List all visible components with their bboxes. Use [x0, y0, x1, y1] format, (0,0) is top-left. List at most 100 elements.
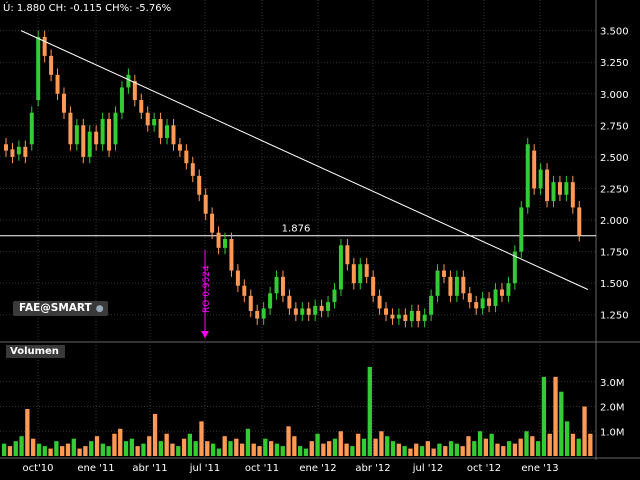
candle-body: [461, 276, 466, 294]
volume-bar: [344, 443, 349, 456]
candle-body: [287, 295, 292, 309]
candle-body: [184, 150, 189, 164]
volume-tick-label: 3.0M: [600, 378, 625, 389]
candle-body: [306, 308, 311, 315]
volume-bar: [466, 436, 471, 456]
candle-body: [229, 238, 234, 271]
volume-bar: [332, 438, 338, 456]
volume-bar: [216, 448, 222, 456]
volume-bar: [106, 446, 111, 456]
volume-bar: [234, 438, 239, 456]
candle-body: [42, 36, 47, 56]
price-tick-label: 3.500: [600, 27, 629, 38]
volume-bar: [199, 421, 204, 456]
candle-body: [435, 270, 440, 296]
candle-body: [36, 36, 41, 101]
quote-header: Ú: 1.880 CH: -0.115 CH%: -5.76%: [3, 3, 172, 14]
candle-body: [371, 276, 376, 296]
price-tick-label: 1.500: [600, 279, 629, 290]
volume-bar: [530, 436, 535, 456]
volume-bar: [541, 376, 547, 456]
marker-arrow-icon: [201, 331, 209, 338]
candle-body: [345, 245, 350, 265]
candle-body: [506, 283, 511, 296]
time-tick-label: jul '11: [189, 463, 221, 474]
volume-bar: [274, 443, 280, 456]
volume-bar: [123, 441, 129, 456]
volume-bar: [570, 433, 576, 456]
candle-body: [261, 308, 266, 319]
chart-canvas[interactable]: 3.500 3.250 3.000 2.750 2.500 2.250 2.000 1.750…: [0, 0, 640, 480]
volume-bar: [419, 446, 425, 456]
candle-body: [454, 276, 459, 296]
trendline: [20, 30, 589, 290]
candle-body: [442, 270, 446, 277]
candle-body: [377, 295, 382, 309]
candle-body: [248, 295, 253, 311]
symbol-badge[interactable]: FAE@SMART ●: [13, 301, 108, 316]
candle-body: [132, 81, 137, 101]
volume-bar: [472, 441, 477, 456]
volume-bar: [588, 433, 593, 456]
candle-body: [326, 302, 331, 311]
time-tick-label: oct '12: [467, 463, 501, 474]
volume-bar: [338, 431, 343, 456]
candle-body: [448, 276, 453, 296]
volume-bar: [443, 446, 448, 456]
price-tick-label: 2.500: [600, 153, 629, 164]
volume-bar: [100, 443, 105, 456]
volume-bar: [147, 436, 152, 456]
candle-body: [570, 182, 575, 208]
candle-body: [235, 270, 240, 286]
candle-body: [55, 74, 60, 94]
volume-bar: [309, 441, 314, 456]
candle-body: [351, 264, 356, 284]
volume-bar: [396, 443, 401, 456]
volume-tick-label: 1.0M: [600, 427, 625, 438]
volume-bar: [239, 443, 245, 456]
candle-body: [4, 144, 8, 151]
volume-bar: [187, 433, 193, 456]
time-tick-label: ene '13: [521, 463, 558, 474]
candle-body: [538, 169, 543, 189]
candle-body: [113, 112, 118, 145]
volume-bar: [193, 441, 198, 456]
candle-body: [177, 144, 182, 151]
volume-bar: [135, 446, 140, 456]
marker-label: RO 0.9524: [202, 265, 212, 313]
candle-body: [68, 112, 73, 145]
volume-bar: [361, 438, 367, 456]
volume-bar: [524, 431, 529, 456]
volume-bar: [477, 431, 483, 456]
candle-body: [119, 87, 124, 113]
volume-bar: [327, 441, 332, 456]
candle-body: [255, 310, 260, 319]
candle-body: [268, 293, 273, 309]
volume-bar: [402, 446, 407, 456]
candle-body: [474, 302, 479, 309]
volume-bar: [89, 441, 94, 456]
candle-body: [519, 207, 524, 252]
volume-bar: [350, 446, 355, 456]
volume-bar: [547, 433, 552, 456]
volume-bar: [263, 438, 268, 456]
volume-bar: [501, 446, 506, 456]
candle-body: [139, 100, 144, 113]
level-line-label: 1.876: [282, 224, 311, 235]
volume-bar: [48, 448, 53, 456]
candle-body: [16, 146, 21, 155]
volume-bar: [158, 441, 164, 456]
volume-bar: [268, 441, 274, 456]
price-tick-label: 2.250: [600, 184, 629, 195]
candle-body: [197, 175, 202, 195]
candle-body: [480, 298, 485, 309]
volume-bar: [408, 448, 413, 456]
symbol-label: FAE@SMART: [19, 302, 92, 314]
volume-bar: [495, 443, 500, 456]
time-tick-label: ene '11: [77, 463, 114, 474]
volume-bar: [181, 438, 187, 456]
volume-bar: [54, 441, 59, 456]
volume-bar: [71, 438, 76, 456]
candle-body: [409, 310, 414, 322]
volume-bar: [321, 443, 326, 456]
